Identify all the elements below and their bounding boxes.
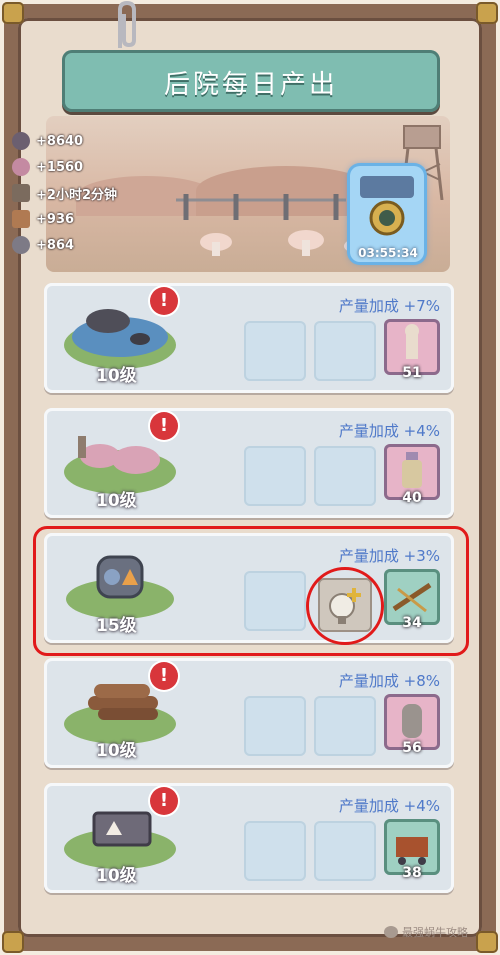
mushroom-icon [12,158,30,176]
building-level: 10级 [96,741,137,761]
countdown-timer: 03:55:34 [358,246,418,260]
item-count: 40 [402,490,422,506]
building-row-mushroom[interactable]: ! 10级 产量加成 +4% 40 [44,408,454,518]
alert-icon: ! [150,412,178,440]
stat-wood: +936 [12,208,74,230]
watermark: 最强蜗牛攻略 [384,924,468,940]
empty-slot[interactable] [244,821,306,881]
alert-icon: ! [150,662,178,690]
building-row-lumber[interactable]: ! 10级 产量加成 +8% 56 [44,658,454,768]
empty-slot[interactable] [314,446,376,506]
alert-icon: ! [150,787,178,815]
hourglass-icon [12,184,30,202]
bonus-text: 产量加成 +4% [338,422,440,440]
page-title: 后院每日产出 [163,70,338,100]
item-count: 51 [402,365,422,381]
stat-stone: +864 [12,234,74,256]
bonus-text: 产量加成 +7% [338,297,440,315]
highlight-circle [306,567,384,645]
alert-icon: ! [150,287,178,315]
bonus-text: 产量加成 +4% [338,797,440,815]
empty-slot[interactable] [314,821,376,881]
title-plate: 后院每日产出 [62,50,440,112]
item-count: 38 [402,865,422,881]
stone-icon [12,236,30,254]
building-row-pond[interactable]: ! 10级 产量加成 +7% 51 [44,283,454,393]
highlight-box [33,526,469,656]
frame-corner [2,2,24,24]
empty-slot[interactable] [244,321,306,381]
wood-icon [12,210,30,228]
frame-corner [2,931,24,953]
empty-slot[interactable] [244,696,306,756]
magnifier-icon [12,132,30,150]
empty-slot[interactable] [314,696,376,756]
building-row-mine[interactable]: ! 10级 产量加成 +4% 38 [44,783,454,893]
bonus-text: 产量加成 +8% [338,672,440,690]
empty-slot[interactable] [244,446,306,506]
paperclip-icon [118,0,136,48]
fence-icon [176,194,346,220]
empty-slot[interactable] [314,321,376,381]
building-level: 10级 [96,366,137,386]
stat-time: +2小时2分钟 [12,182,117,204]
stat-mushroom: +1560 [12,156,83,178]
building-level: 10级 [96,866,137,886]
stat-gold: +8640 [12,130,83,152]
item-count: 56 [402,740,422,756]
medal-icon [360,176,414,236]
building-level: 10级 [96,491,137,511]
wechat-icon [384,926,398,938]
frame-corner [476,2,498,24]
frame-corner [476,931,498,953]
